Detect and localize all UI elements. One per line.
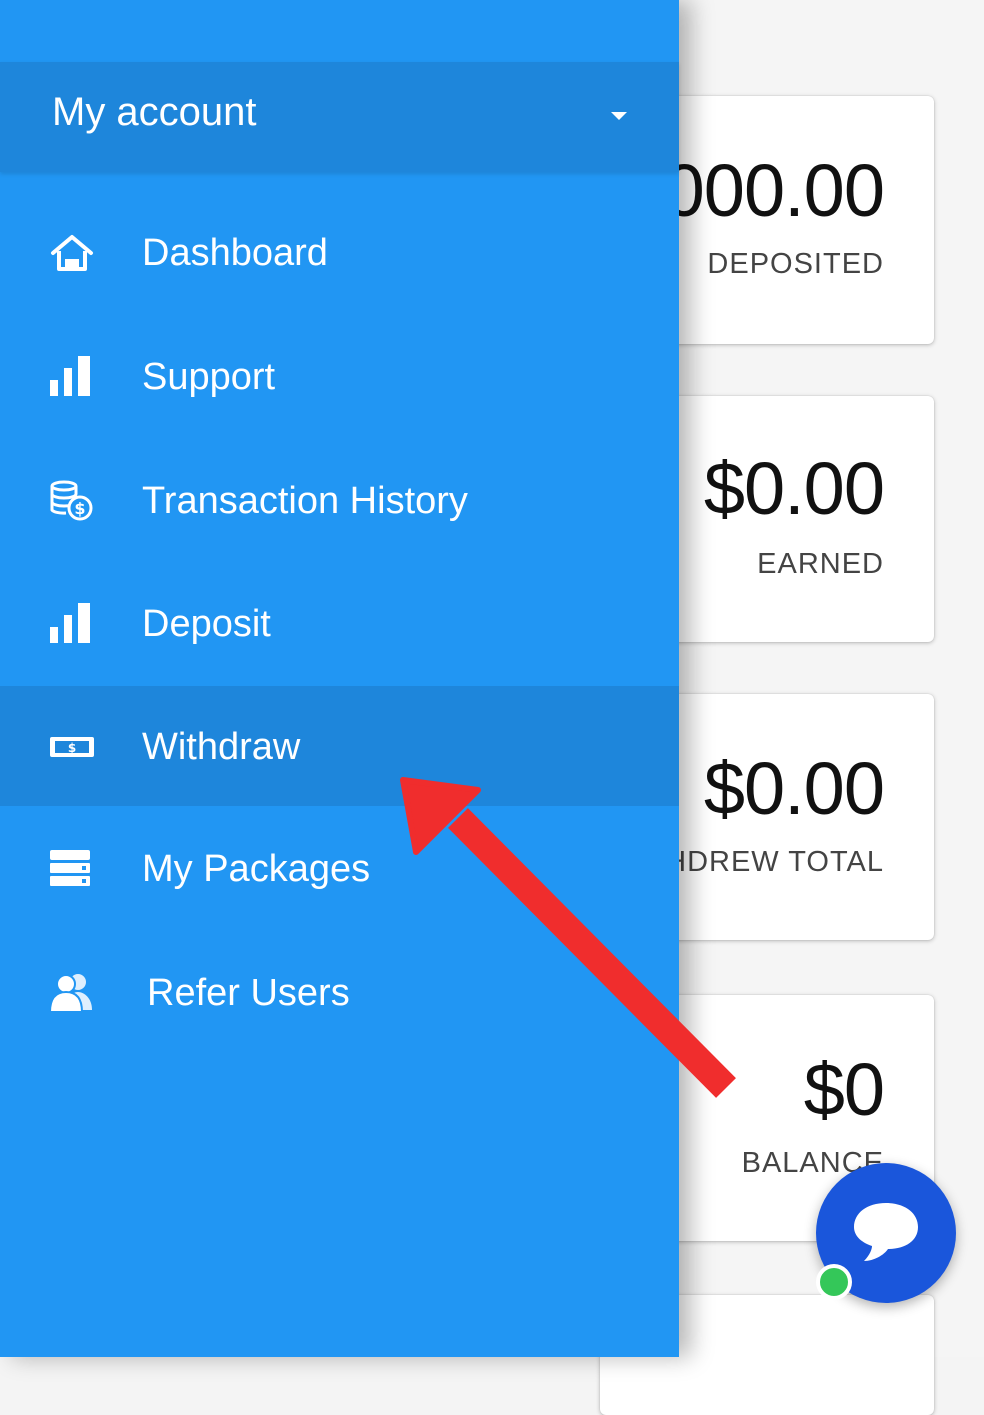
menu-item-label: My Packages (142, 848, 371, 890)
account-label: My account (52, 90, 257, 134)
card-value: $0 (803, 1048, 885, 1131)
card-value: $0.00 (703, 747, 885, 830)
users-icon (48, 974, 92, 1013)
menu-item-label: Support (142, 356, 276, 398)
menu-item-label: Withdraw (142, 726, 301, 768)
menu-item-label: Deposit (142, 603, 271, 645)
bar-chart-icon (50, 356, 90, 396)
card-value: 000.00 (663, 149, 885, 232)
coins-icon: $ (50, 480, 93, 521)
card-label: HDREW TOTAL (665, 846, 884, 878)
menu-item-label: Refer Users (147, 972, 350, 1014)
svg-text:$: $ (68, 741, 76, 755)
caret-down-icon (611, 112, 627, 120)
card-label: DEPOSITED (707, 248, 884, 280)
account-dropdown[interactable]: My account (0, 62, 679, 172)
menu-item-label: Dashboard (142, 232, 328, 274)
online-status-dot (816, 1264, 852, 1300)
server-icon (50, 850, 90, 886)
menu-item-my-packages[interactable]: My Packages (0, 808, 679, 928)
menu-item-transaction-history[interactable]: $ Transaction History (0, 440, 679, 560)
menu-item-withdraw[interactable]: $ Withdraw (0, 686, 679, 806)
svg-text:$: $ (74, 499, 85, 518)
navigation-drawer: My account Dashboard Support $ Transacti (0, 0, 679, 1357)
card-value: $0.00 (703, 447, 885, 530)
chat-bubble-icon (854, 1203, 918, 1261)
bar-chart-icon (50, 603, 90, 643)
home-icon (51, 235, 93, 271)
card-label: EARNED (757, 548, 884, 580)
money-bill-icon: $ (50, 737, 94, 757)
menu-item-refer-users[interactable]: Refer Users (0, 932, 679, 1052)
menu-item-deposit[interactable]: Deposit (0, 563, 679, 683)
menu-item-support[interactable]: Support (0, 316, 679, 436)
menu-item-label: Transaction History (142, 480, 468, 522)
menu-item-dashboard[interactable]: Dashboard (0, 192, 679, 312)
